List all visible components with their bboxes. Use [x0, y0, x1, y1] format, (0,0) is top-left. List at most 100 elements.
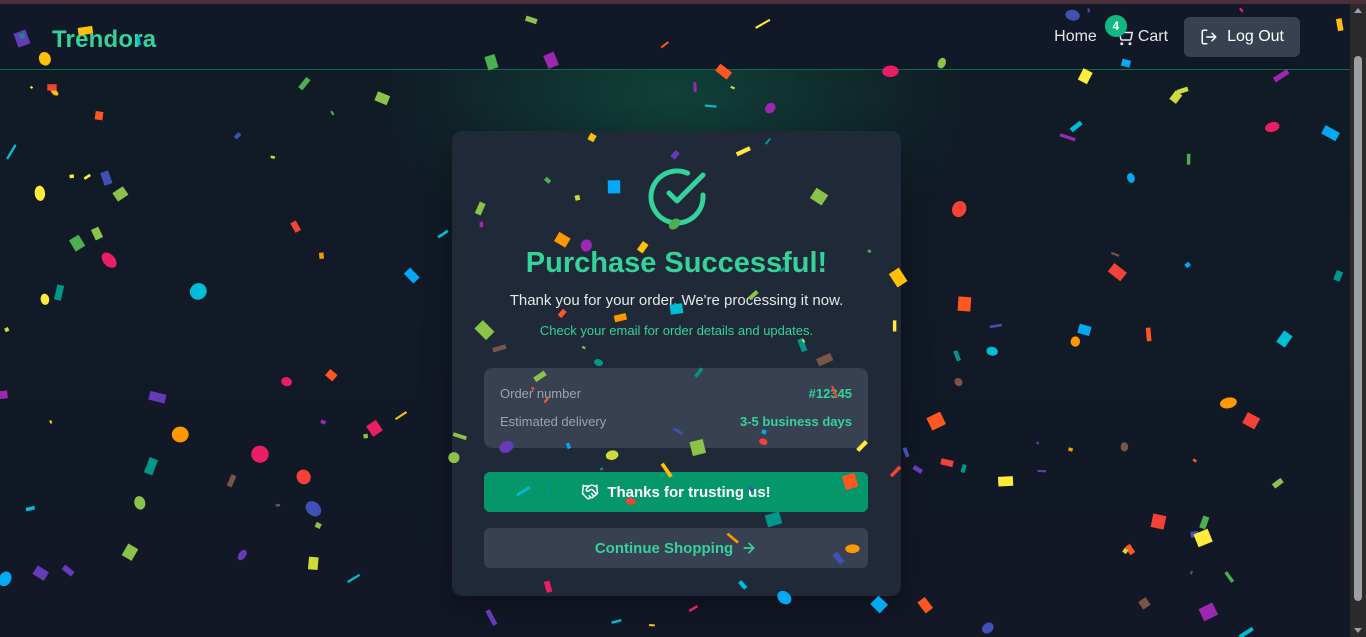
confetti-piece — [765, 102, 776, 114]
confetti-piece — [25, 505, 36, 512]
brand-logo[interactable]: Trendora — [52, 26, 156, 54]
confetti-piece — [1150, 513, 1167, 530]
page-scrollbar[interactable] — [1350, 4, 1366, 637]
nav-home-link[interactable]: Home — [1054, 28, 1097, 46]
nav-cart-link[interactable]: 4 Cart — [1104, 15, 1169, 46]
confetti-piece — [1169, 90, 1183, 104]
confetti-piece — [1321, 125, 1340, 142]
confetti-piece — [1276, 330, 1293, 348]
confetti-piece — [1242, 412, 1261, 430]
confetti-piece — [54, 284, 65, 301]
confetti-piece — [704, 104, 717, 108]
confetti-piece — [83, 173, 91, 180]
success-title: Purchase Successful! — [525, 247, 828, 279]
cart-label: Cart — [1137, 28, 1169, 45]
confetti-piece — [954, 377, 963, 387]
confetti-piece — [1037, 469, 1047, 473]
confetti-piece — [648, 624, 655, 627]
confetti-piece — [986, 346, 998, 356]
confetti-piece — [320, 419, 327, 425]
confetti-piece — [148, 390, 167, 404]
confetti-piece — [952, 201, 967, 218]
confetti-piece — [1059, 133, 1076, 142]
confetti-piece — [1067, 447, 1074, 452]
confetti-piece — [611, 619, 622, 624]
confetti-piece — [940, 458, 954, 468]
confetti-piece — [112, 186, 129, 202]
confetti-piece — [1110, 251, 1120, 257]
confetti-piece — [1198, 602, 1219, 622]
confetti-piece — [296, 469, 311, 485]
confetti-piece — [1077, 323, 1092, 337]
confetti-piece — [6, 144, 17, 160]
scroll-thumb[interactable] — [1354, 56, 1362, 601]
confetti-piece — [69, 174, 74, 179]
confetti-piece — [314, 521, 322, 529]
confetti-piece — [101, 252, 117, 268]
confetti-piece — [1138, 597, 1151, 610]
confetti-piece — [307, 556, 319, 571]
confetti-piece — [237, 549, 247, 561]
confetti-piece — [982, 622, 994, 634]
confetti-piece — [251, 445, 269, 463]
scroll-down-arrow[interactable] — [1354, 628, 1362, 633]
continue-shopping-button[interactable]: Continue Shopping — [484, 528, 868, 568]
confetti-piece — [1145, 327, 1152, 342]
confetti-piece — [226, 474, 237, 488]
confetti-piece — [189, 283, 207, 300]
confetti-piece — [485, 609, 498, 626]
confetti-piece — [688, 605, 699, 613]
confetti-piece — [4, 327, 10, 333]
confetti-piece — [121, 543, 139, 561]
confetti-piece — [997, 476, 1014, 487]
confetti-piece — [1224, 571, 1235, 583]
confetti-piece — [0, 390, 8, 400]
confetti-piece — [374, 91, 391, 106]
confetti-piece — [1265, 121, 1280, 133]
success-card: Purchase Successful! Thank you for your … — [452, 131, 901, 596]
confetti-piece — [1199, 515, 1210, 530]
confetti-piece — [366, 419, 383, 437]
confetti-piece — [1193, 528, 1213, 548]
confetti-piece — [1192, 458, 1198, 463]
confetti-piece — [902, 447, 910, 458]
confetti-piece — [1120, 442, 1129, 452]
order-number-row: Order number #12345 — [500, 386, 852, 401]
confetti-piece — [1036, 441, 1040, 445]
logout-button[interactable]: Log Out — [1184, 17, 1300, 57]
check-circle-icon — [648, 168, 706, 226]
confetti-piece — [1176, 86, 1189, 95]
confetti-piece — [233, 132, 242, 140]
confetti-piece — [1069, 120, 1083, 133]
confetti-piece — [32, 565, 49, 581]
confetti-piece — [61, 564, 75, 577]
confetti-piece — [100, 170, 113, 186]
confetti-piece — [403, 267, 420, 284]
cart-count-badge: 4 — [1104, 15, 1127, 37]
arrow-right-icon — [743, 542, 755, 554]
handshake-icon — [582, 484, 599, 500]
confetti-piece — [47, 84, 57, 91]
confetti-piece — [1186, 153, 1191, 165]
confetti-piece — [1190, 530, 1199, 538]
confetti-piece — [394, 411, 408, 421]
confetti-piece — [40, 293, 50, 305]
confetti-piece — [68, 234, 86, 252]
confetti-piece — [34, 185, 46, 201]
order-number-label: Order number — [500, 386, 581, 401]
confetti-piece — [437, 229, 449, 239]
confetti-piece — [347, 573, 361, 584]
confetti-piece — [1272, 68, 1290, 83]
confetti-piece — [917, 596, 934, 614]
navbar: Trendora Home 4 Cart Log Out — [0, 4, 1350, 70]
thanks-button[interactable]: Thanks for trusting us! — [484, 472, 868, 512]
delivery-label: Estimated delivery — [500, 414, 607, 429]
logout-label: Log Out — [1227, 28, 1284, 45]
confetti-piece — [275, 503, 281, 507]
order-number-value: #12345 — [808, 386, 852, 401]
confetti-piece — [143, 457, 159, 476]
confetti-piece — [1122, 547, 1129, 555]
nav-links: Home 4 Cart Log Out — [1054, 15, 1300, 57]
confetti-piece — [0, 571, 12, 587]
scroll-up-arrow[interactable] — [1354, 8, 1362, 13]
